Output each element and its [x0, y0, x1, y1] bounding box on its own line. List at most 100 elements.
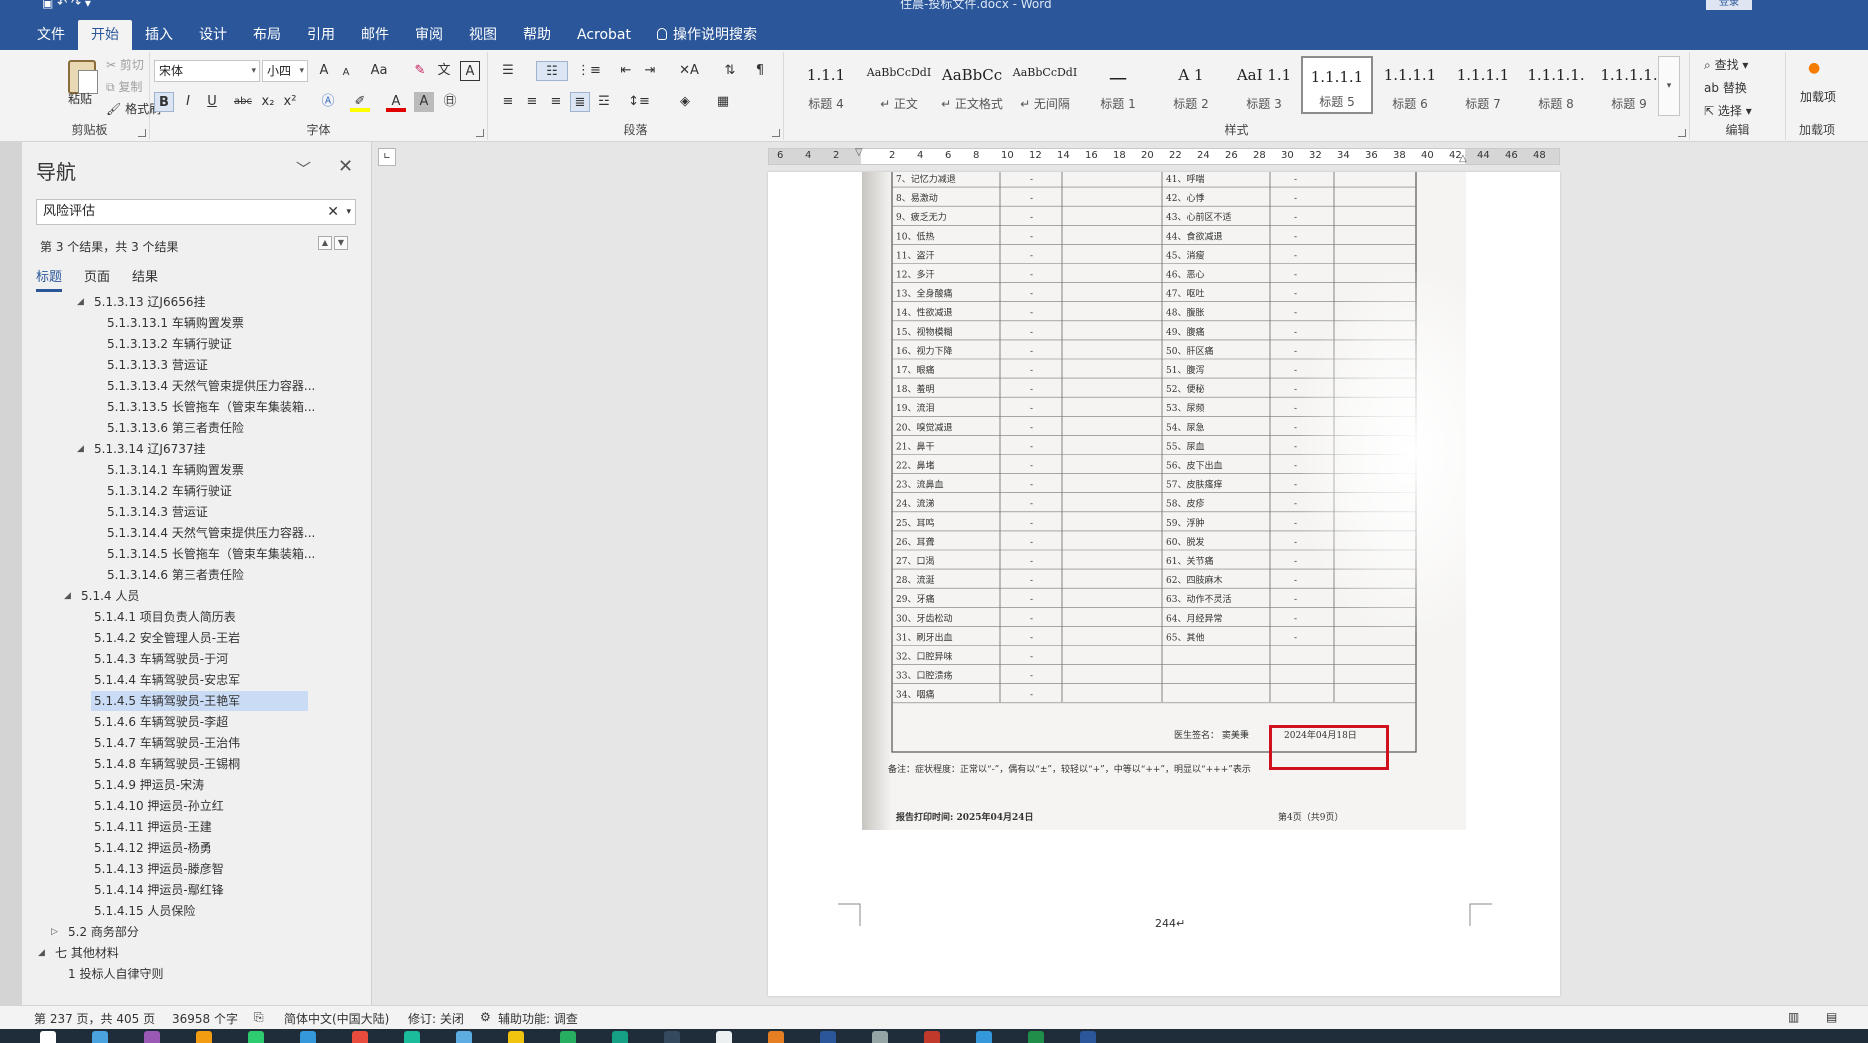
taskbar-app-icon[interactable]: [664, 1031, 680, 1043]
shading-icon[interactable]: ◈: [670, 92, 700, 112]
taskbar-app-icon[interactable]: [924, 1031, 940, 1043]
heading-tree-item[interactable]: 5.1.4.7 车辆驾驶员-王治伟: [22, 733, 362, 754]
next-result-button[interactable]: ▼: [334, 236, 348, 250]
taskbar-app-icon[interactable]: [248, 1031, 264, 1043]
heading-tree-item[interactable]: 5.1.3.14.4 天然气管束提供压力容器...: [22, 523, 362, 544]
style-item-11[interactable]: 1.1.1.1. 标题 9: [1593, 56, 1665, 114]
track-changes-status[interactable]: 修订: 关闭: [408, 1010, 464, 1027]
taskbar-app-icon[interactable]: [92, 1031, 108, 1043]
paste-icon[interactable]: [68, 60, 98, 94]
chevron-down-icon[interactable]: ▾: [346, 200, 351, 224]
page-count[interactable]: 第 237 页，共 405 页: [34, 1010, 155, 1027]
heading-tree-item[interactable]: 5.1.4.5 车辆驾驶员-王艳军: [22, 691, 362, 712]
ribbon-tab-7[interactable]: 审阅: [402, 20, 456, 50]
heading-tree-item[interactable]: ◢ 七 其他材料: [22, 943, 362, 964]
ribbon-tab-0[interactable]: 文件: [24, 20, 78, 50]
font-size-combo[interactable]: 小四 ▾: [262, 60, 308, 82]
heading-tree-item[interactable]: 5.1.3.14.5 长管拖车（管束车集装箱...: [22, 544, 362, 565]
collapse-arrow-icon[interactable]: ◢: [38, 943, 45, 964]
bold-button[interactable]: B: [154, 92, 174, 112]
heading-tree-item[interactable]: 5.1.3.14.1 车辆购置发票: [22, 460, 362, 481]
taskbar-app-icon[interactable]: [716, 1031, 732, 1043]
font-color-button[interactable]: A: [386, 92, 406, 112]
heading-tree-item[interactable]: 5.1.4.13 押运员-滕彦智: [22, 859, 362, 880]
style-item-5[interactable]: A 1 标题 2: [1155, 56, 1227, 114]
previous-result-button[interactable]: ▲: [318, 236, 332, 250]
heading-tree-item[interactable]: 5.1.3.13.3 营运证: [22, 355, 362, 376]
heading-tree-item[interactable]: 5.1.4.11 押运员-王建: [22, 817, 362, 838]
superscript-button[interactable]: x²: [280, 92, 300, 112]
font-name-combo[interactable]: 宋体 ▾: [154, 60, 260, 82]
ribbon-tab-9[interactable]: 帮助: [510, 20, 564, 50]
heading-tree-item[interactable]: ◢ 5.1.3.13 辽J6656挂: [22, 292, 362, 313]
grow-font-button[interactable]: A: [314, 61, 334, 81]
style-item-9[interactable]: 1.1.1.1 标题 7: [1447, 56, 1519, 114]
numbering-icon[interactable]: ☷: [536, 61, 568, 81]
taskbar-app-icon[interactable]: [404, 1031, 420, 1043]
change-case-button[interactable]: Aa: [364, 61, 394, 81]
taskbar-app-icon[interactable]: [196, 1031, 212, 1043]
styles-gallery-more-button[interactable]: ▾: [1658, 56, 1680, 116]
tab-stop-selector[interactable]: ∟: [378, 148, 396, 166]
phonetic-guide-icon[interactable]: 文: [434, 61, 454, 81]
clear-format-icon[interactable]: ✎: [410, 61, 430, 81]
collapse-arrow-icon[interactable]: ◢: [64, 586, 71, 607]
paste-button[interactable]: 粘贴: [68, 90, 92, 107]
ribbon-tab-10[interactable]: Acrobat: [564, 20, 644, 50]
ribbon-tab-8[interactable]: 视图: [456, 20, 510, 50]
shrink-font-button[interactable]: A: [336, 63, 356, 83]
read-mode-icon[interactable]: ▥: [1788, 1010, 1799, 1024]
taskbar-app-icon[interactable]: [508, 1031, 524, 1043]
heading-tree-item[interactable]: 5.1.3.13.4 天然气管束提供压力容器...: [22, 376, 362, 397]
heading-tree-item[interactable]: ◢ 5.1.4 人员: [22, 586, 362, 607]
align-right-icon[interactable]: ≡: [546, 92, 566, 112]
addin-icon[interactable]: ●: [1808, 60, 1820, 76]
heading-tree-item[interactable]: 5.1.4.1 项目负责人简历表: [22, 607, 362, 628]
multilevel-list-icon[interactable]: ⋮≡: [574, 61, 604, 81]
select-button[interactable]: ⇱ 选择 ▾: [1704, 102, 1752, 119]
style-item-7[interactable]: 1.1.1.1 标题 5: [1301, 56, 1373, 114]
clear-search-icon[interactable]: ✕: [327, 200, 339, 224]
sort-icon[interactable]: ⇅: [720, 61, 740, 81]
align-center-icon[interactable]: ≡: [522, 92, 542, 112]
align-left-icon[interactable]: ≡: [498, 92, 518, 112]
copy-button[interactable]: ⧉ 复制: [106, 78, 142, 95]
heading-tree-item[interactable]: 5.1.4.12 押运员-杨勇: [22, 838, 362, 859]
heading-tree-item[interactable]: 5.1.3.13.6 第三者责任险: [22, 418, 362, 439]
taskbar-app-icon[interactable]: [456, 1031, 472, 1043]
char-border-button[interactable]: A: [460, 61, 480, 81]
show-marks-icon[interactable]: ¶: [750, 61, 770, 81]
highlight-color-icon[interactable]: ✐: [350, 92, 370, 112]
nav-tab-2[interactable]: 结果: [132, 266, 158, 292]
login-button[interactable]: 登录: [1706, 0, 1752, 10]
chinese-layout-icon[interactable]: ✕A: [674, 61, 704, 81]
heading-tree-item[interactable]: 5.1.4.10 押运员-孙立红: [22, 796, 362, 817]
text-effects-icon[interactable]: Ⓐ: [318, 92, 338, 112]
taskbar-app-icon[interactable]: [352, 1031, 368, 1043]
collapse-arrow-icon[interactable]: ◢: [77, 439, 84, 460]
nav-tab-1[interactable]: 页面: [84, 266, 110, 292]
taskbar-app-icon[interactable]: [1028, 1031, 1044, 1043]
distributed-icon[interactable]: ☲: [594, 92, 614, 112]
ribbon-tab-3[interactable]: 设计: [186, 20, 240, 50]
horizontal-ruler[interactable]: ▽ △ 6 4 2 2 4 6 8 10 12 14 16 18 20 22 24 26 28 30 32 34 36 3…: [768, 147, 1560, 165]
heading-tree-item[interactable]: 5.1.4.8 车辆驾驶员-王锡桐: [22, 754, 362, 775]
ribbon-tab-4[interactable]: 布局: [240, 20, 294, 50]
heading-tree-item[interactable]: 5.1.4.9 押运员-宋涛: [22, 775, 362, 796]
accessibility-icon[interactable]: ⚙: [480, 1010, 491, 1024]
taskbar-app-icon[interactable]: [1080, 1031, 1096, 1043]
chevron-down-icon[interactable]: ﹀: [296, 158, 311, 179]
taskbar-app-icon[interactable]: [40, 1031, 56, 1043]
quick-access-save-icon[interactable]: ▣ ↶ ↷ ▾: [42, 0, 91, 10]
subscript-button[interactable]: x₂: [258, 92, 278, 112]
heading-tree-item[interactable]: 5.1.4.4 车辆驾驶员-安忠军: [22, 670, 362, 691]
char-shading-button[interactable]: A: [414, 92, 434, 112]
language-indicator[interactable]: 简体中文(中国大陆): [284, 1010, 389, 1027]
heading-tree-item[interactable]: 5.1.4.14 押运员-鄢红锋: [22, 880, 362, 901]
enclose-char-icon[interactable]: ㊐: [440, 92, 460, 112]
navigation-search-input[interactable]: 风险评估 ✕ ▾: [36, 199, 356, 225]
ribbon-tab-2[interactable]: 插入: [132, 20, 186, 50]
heading-tree-item[interactable]: 5.1.4.3 车辆驾驶员-于河: [22, 649, 362, 670]
taskbar-app-icon[interactable]: [560, 1031, 576, 1043]
style-item-4[interactable]: 一标题 1: [1082, 56, 1154, 114]
